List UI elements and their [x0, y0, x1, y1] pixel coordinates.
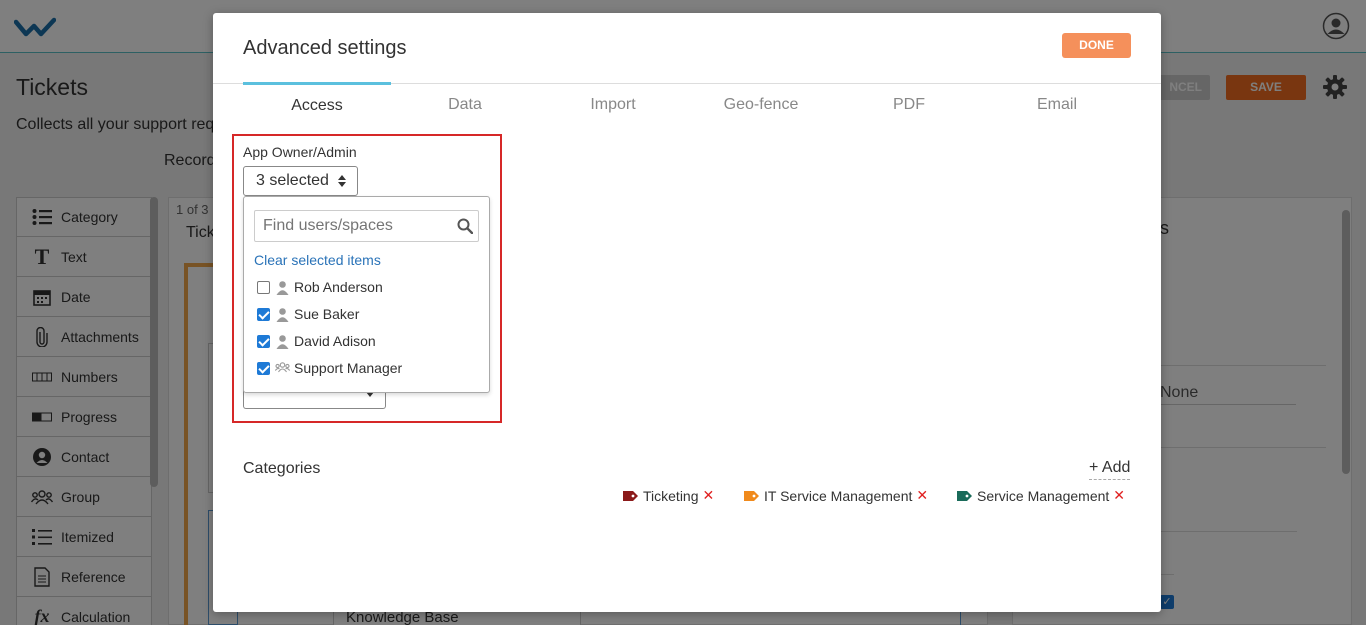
category-tag-service-management: Service Management ✕ — [957, 487, 1125, 504]
tab-geo-fence[interactable]: Geo-fence — [687, 96, 835, 114]
tag-icon — [744, 490, 759, 501]
option-rob-anderson[interactable]: Rob Anderson — [257, 277, 383, 297]
category-tag-label: Service Management — [977, 487, 1110, 504]
tab-email[interactable]: Email — [983, 96, 1131, 114]
category-tag-ticketing: Ticketing ✕ — [623, 487, 714, 504]
tab-access[interactable]: Access — [243, 97, 391, 115]
option-support-manager[interactable]: Support Manager — [257, 358, 402, 378]
option-sue-baker[interactable]: Sue Baker — [257, 304, 359, 324]
checkbox-checked[interactable] — [257, 334, 270, 348]
user-icon — [276, 307, 289, 322]
search-input[interactable] — [254, 210, 479, 242]
option-label: David Adison — [294, 333, 376, 349]
advanced-settings-modal: Advanced settings DONE Access Data Impor… — [213, 13, 1161, 612]
tab-pdf[interactable]: PDF — [835, 96, 983, 114]
done-button[interactable]: DONE — [1062, 33, 1131, 58]
category-tag-label: Ticketing — [643, 487, 699, 504]
owner-admin-label: App Owner/Admin — [243, 144, 357, 160]
option-label: Rob Anderson — [294, 279, 383, 295]
option-label: Support Manager — [294, 360, 403, 376]
option-label: Sue Baker — [294, 306, 360, 322]
checkbox[interactable] — [257, 280, 270, 294]
user-icon — [276, 280, 289, 295]
sort-caret-icon — [338, 175, 346, 187]
modal-title: Advanced settings — [243, 37, 407, 59]
category-tag-label: IT Service Management — [764, 487, 913, 504]
search-icon[interactable] — [457, 218, 473, 234]
tag-icon — [623, 490, 638, 501]
owner-admin-select-value: 3 selected — [256, 172, 329, 189]
remove-tag-icon[interactable]: ✕ — [916, 487, 928, 504]
remove-tag-icon[interactable]: ✕ — [703, 487, 715, 504]
tag-icon — [957, 490, 972, 501]
checkbox-checked[interactable] — [257, 307, 270, 321]
option-david-adison[interactable]: David Adison — [257, 331, 376, 351]
owner-admin-dropdown: Clear selected items Rob Anderson Sue Ba… — [243, 196, 490, 393]
checkbox-checked[interactable] — [257, 361, 270, 375]
tab-import[interactable]: Import — [539, 96, 687, 114]
category-tag-it-service-management: IT Service Management ✕ — [744, 487, 928, 504]
remove-tag-icon[interactable]: ✕ — [1113, 487, 1125, 504]
user-icon — [276, 334, 289, 349]
active-tab-indicator — [243, 82, 391, 85]
group-icon — [275, 361, 290, 372]
tab-data[interactable]: Data — [391, 96, 539, 114]
clear-selected-link[interactable]: Clear selected items — [254, 252, 381, 268]
owner-admin-select[interactable]: 3 selected — [243, 166, 358, 196]
categories-label: Categories — [243, 460, 321, 477]
add-category-link[interactable]: + Add — [1089, 459, 1131, 480]
